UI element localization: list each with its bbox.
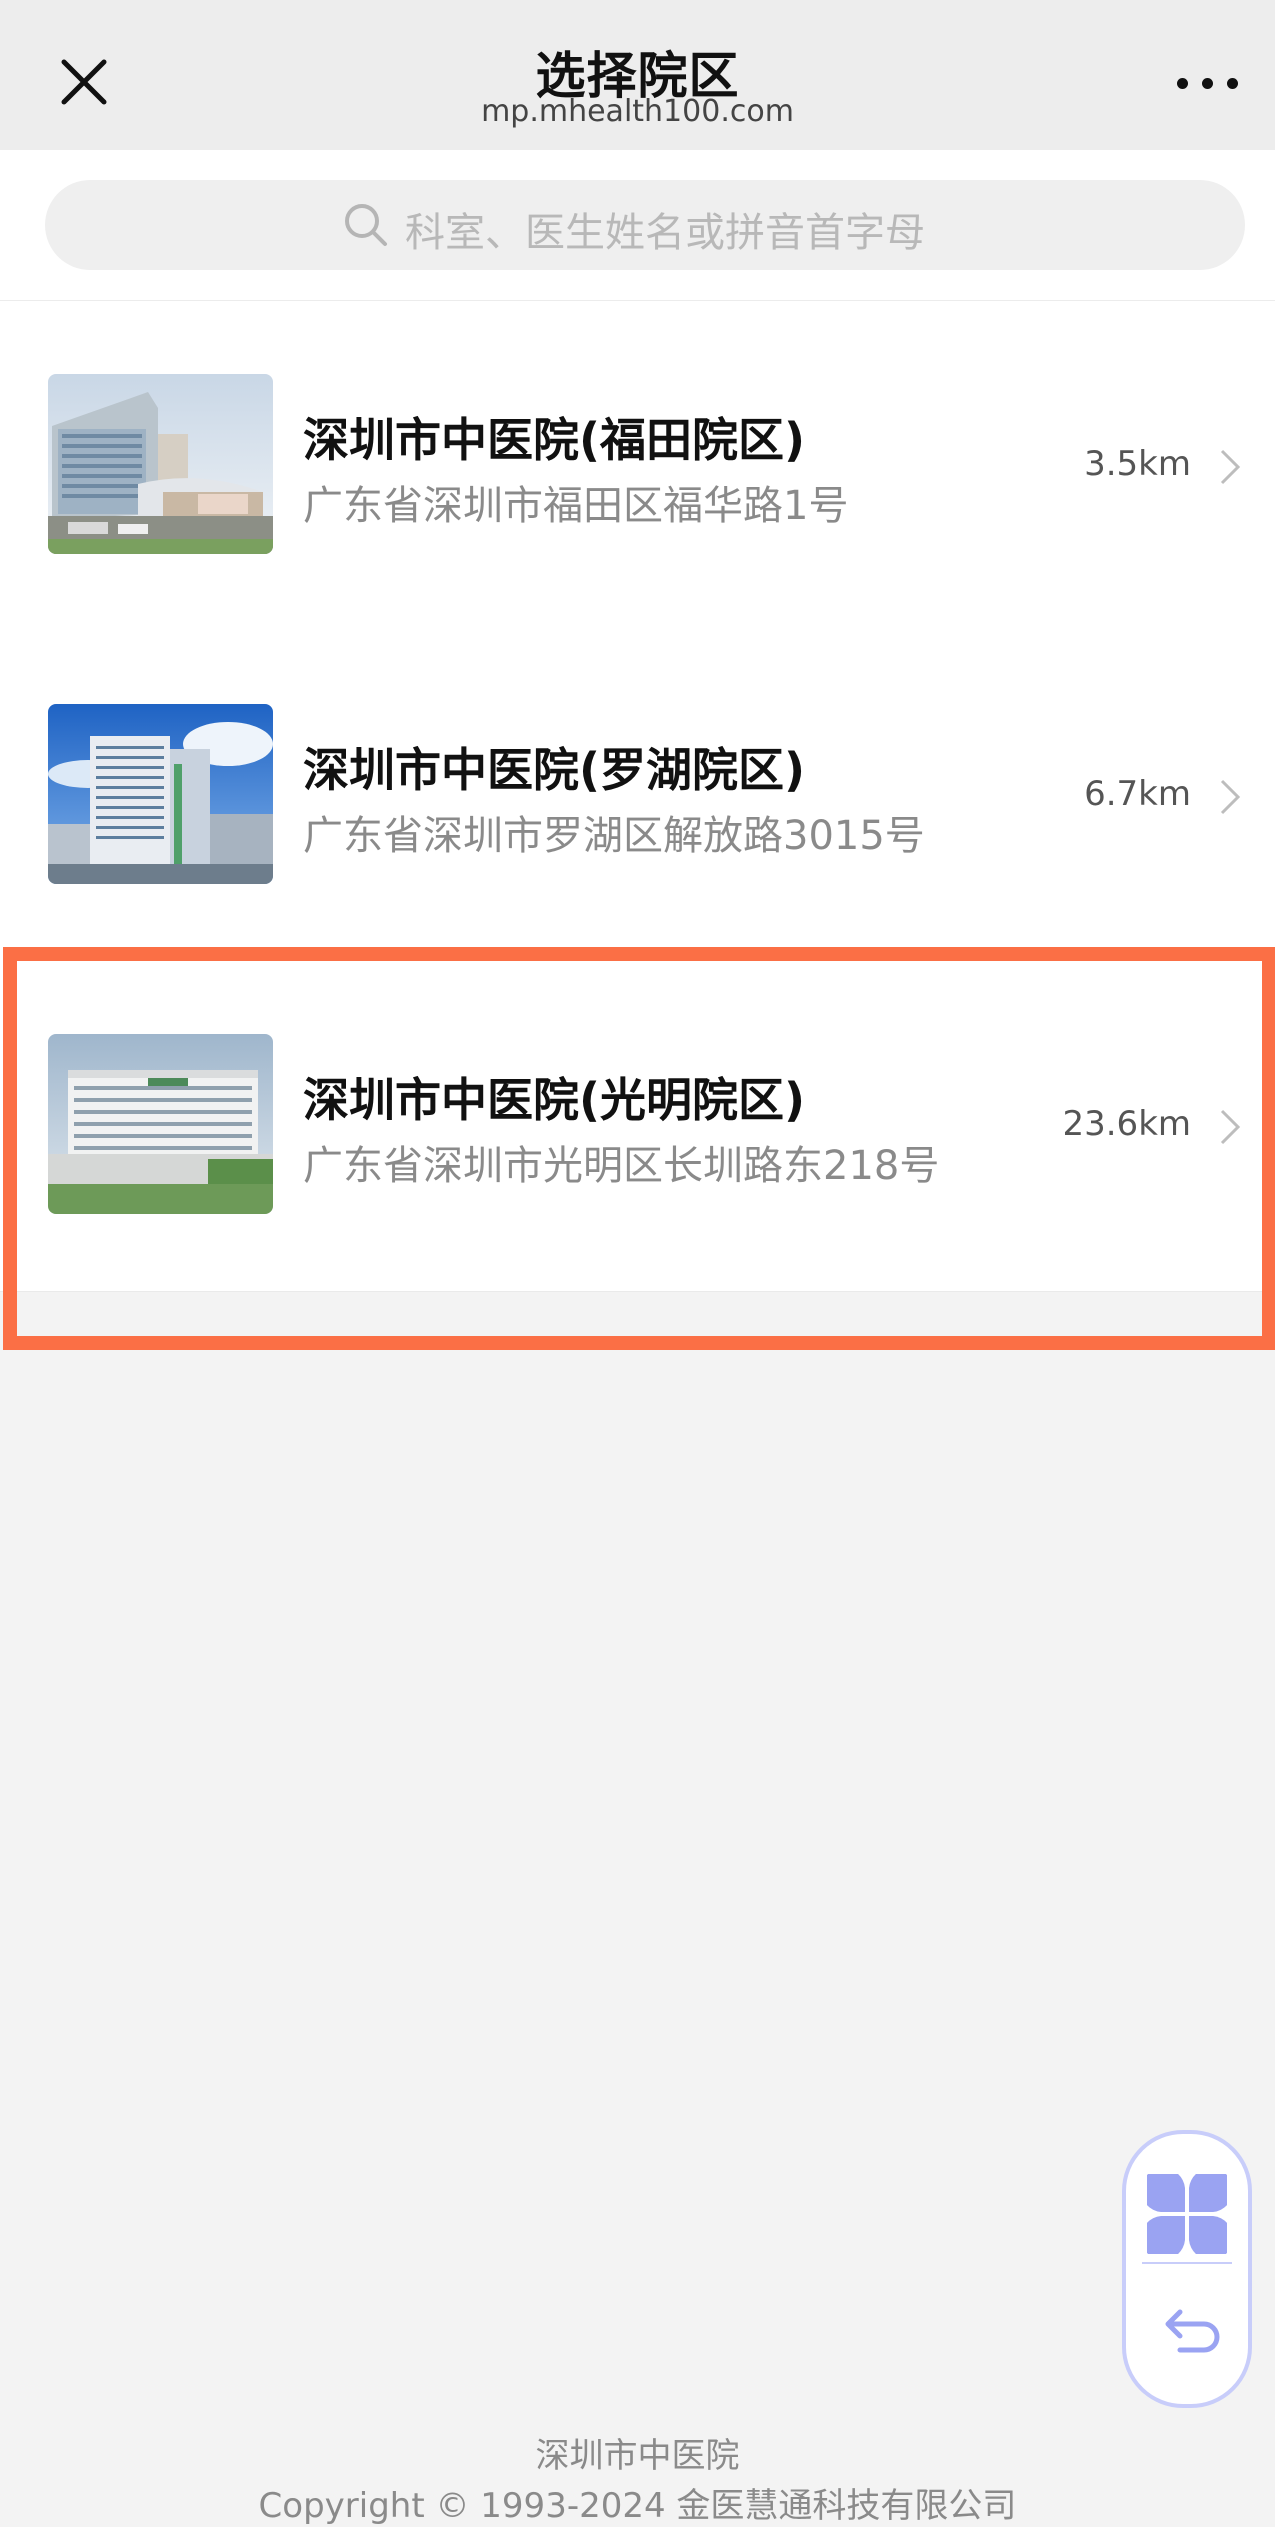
campus-address: 广东省深圳市福田区福华路1号 [303,483,849,529]
search-input[interactable]: 科室、医生姓名或拼音首字母 [45,180,1245,270]
campus-distance: 3.5km [1084,444,1191,484]
more-dots-icon [1177,78,1188,89]
more-dots-icon [1202,78,1213,89]
page-url: mp.mhealth100.com [481,94,794,129]
chevron-right-icon [1220,779,1241,815]
campus-name: 深圳市中医院(光明院区) [303,1073,806,1127]
back-arrow-icon[interactable] [1152,2294,1222,2364]
chevron-right-icon [1220,1109,1241,1145]
campus-address: 广东省深圳市光明区长圳路东218号 [303,1143,940,1189]
search-icon [345,204,387,246]
campus-distance: 23.6km [1062,1104,1191,1144]
campus-photo [48,704,273,884]
campus-name: 深圳市中医院(福田院区) [303,413,806,467]
campus-photo [48,1034,273,1214]
chevron-right-icon [1220,449,1241,485]
campus-photo [48,374,273,554]
top-bar: 选择院区 mp.mhealth100.com [0,0,1275,150]
search-placeholder: 科室、医生姓名或拼音首字母 [405,210,925,256]
footer-copyright: Copyright © 1993-2024 金医慧通科技有限公司 [258,2486,1017,2526]
more-menu-button[interactable] [1175,68,1241,98]
campus-address: 广东省深圳市罗湖区解放路3015号 [303,813,925,859]
campus-item-futian[interactable]: 深圳市中医院(福田院区) 广东省深圳市福田区福华路1号 3.5km [0,301,1275,632]
more-dots-icon [1227,78,1238,89]
campus-name: 深圳市中医院(罗湖院区) [303,743,806,797]
search-section: 科室、医生姓名或拼音首字母 [0,150,1275,301]
campus-item-luohu[interactable]: 深圳市中医院(罗湖院区) 广东省深圳市罗湖区解放路3015号 6.7km [0,631,1275,962]
floating-panel [1122,2130,1252,2408]
campus-item-guangming[interactable]: 深圳市中医院(光明院区) 广东省深圳市光明区长圳路东218号 23.6km [0,961,1275,1292]
floating-panel-divider [1142,2262,1232,2264]
apps-icon[interactable] [1147,2174,1227,2254]
campus-distance: 6.7km [1084,774,1191,814]
footer-hospital-name: 深圳市中医院 [535,2436,740,2476]
